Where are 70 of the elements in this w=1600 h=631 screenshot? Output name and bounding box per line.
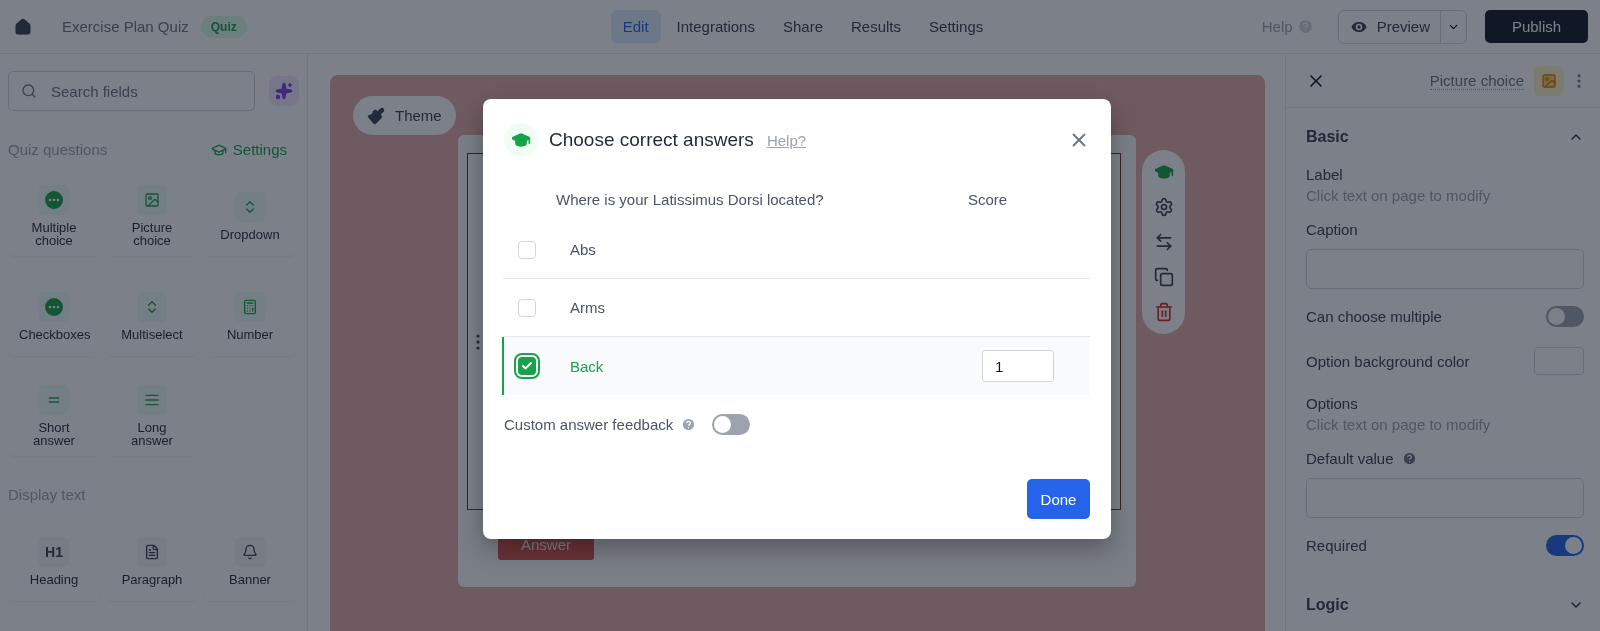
image-icon: [137, 185, 167, 215]
settings-link[interactable]: Settings: [210, 141, 299, 158]
question-text: Where is your Latissimus Dorsi located?: [556, 190, 825, 208]
nav-tab[interactable]: Results: [839, 10, 914, 43]
toggle-switch[interactable]: [712, 414, 751, 435]
quiz-title: Exercise Plan Quiz: [62, 18, 189, 35]
done-button[interactable]: Done: [1027, 479, 1090, 519]
lines-icon: [137, 385, 167, 415]
section-title: Logic: [1306, 596, 1349, 614]
nav-tab[interactable]: Share: [770, 10, 835, 43]
field-type-tile[interactable]: Checkboxes: [8, 276, 100, 356]
field-label: Option background color: [1306, 352, 1470, 370]
field-type-tile[interactable]: Multiple choice: [8, 176, 100, 256]
search-input[interactable]: Search fields: [49, 81, 239, 101]
graduation-cap-icon[interactable]: [1153, 162, 1174, 182]
field-type-tile[interactable]: Long answer: [106, 376, 198, 456]
check-icon: [521, 360, 533, 372]
nav-tab[interactable]: Edit: [610, 10, 661, 43]
answer-option: Abs: [570, 241, 982, 258]
score-field[interactable]: 1: [982, 350, 1054, 382]
help-icon[interactable]: [681, 417, 697, 432]
field-type-tile[interactable]: Short answer: [8, 376, 100, 456]
feedback-label: Custom answer feedback: [504, 416, 674, 433]
search-field[interactable]: Search fields: [8, 71, 256, 111]
nav-tab[interactable]: Integrations: [664, 10, 767, 43]
answer-option: Back: [570, 357, 982, 375]
drag-handle-icon[interactable]: [476, 334, 480, 350]
field-type-tile[interactable]: Dropdown: [204, 176, 296, 256]
help-link[interactable]: Help?: [766, 131, 807, 149]
field-label: Caption: [1306, 221, 1358, 238]
column-header: Score: [968, 190, 1009, 208]
field-type-tile[interactable]: Paragraph: [106, 521, 198, 601]
field-type-tile[interactable]: Picture choice: [106, 176, 198, 256]
home-icon[interactable]: [14, 17, 32, 36]
sparkle-icon: [275, 82, 294, 100]
search-icon: [21, 83, 37, 99]
paintbrush-icon: [367, 106, 385, 125]
up-down-icon: [137, 291, 167, 322]
equal-icon: [39, 385, 69, 415]
up-down-icon: [235, 191, 265, 222]
section-title: Basic: [1306, 128, 1349, 146]
sparkle-button[interactable]: [269, 76, 299, 106]
copy-icon[interactable]: [1153, 267, 1174, 287]
graduation-cap-icon: [511, 130, 531, 150]
field-label: Options: [1306, 395, 1358, 412]
answer-option: Arms: [570, 299, 982, 316]
publish-button[interactable]: Publish: [1485, 10, 1588, 43]
document-icon: [137, 536, 167, 567]
theme-button[interactable]: Theme: [353, 96, 456, 135]
calculator-icon: [235, 291, 265, 322]
settings-icon[interactable]: [1153, 197, 1174, 217]
field-type-label[interactable]: Picture choice: [1429, 71, 1524, 90]
help-icon[interactable]: [1401, 451, 1417, 466]
quiz-badge: Quiz: [200, 15, 247, 38]
toggle-switch[interactable]: [1546, 535, 1584, 556]
field-type-tile[interactable]: H1 Heading: [8, 521, 100, 601]
field-label: Can choose multiple: [1306, 308, 1442, 325]
dialog-title: Choose correct answers: [549, 129, 754, 151]
toggle-switch[interactable]: [1546, 306, 1584, 327]
trash-icon[interactable]: [1153, 302, 1174, 322]
field-type-tile[interactable]: Multiselect: [106, 276, 198, 356]
field-type-tile[interactable]: Number: [204, 276, 296, 356]
field-label: Required: [1306, 537, 1367, 554]
heading-icon: H1: [39, 536, 69, 567]
field-label: Default value: [1306, 450, 1394, 467]
field-type-tile[interactable]: Banner: [204, 521, 296, 601]
field-label: Label: [1306, 166, 1343, 183]
nav-tab[interactable]: Settings: [917, 10, 996, 43]
bell-icon: [235, 536, 265, 567]
picture-icon: [1541, 72, 1557, 89]
